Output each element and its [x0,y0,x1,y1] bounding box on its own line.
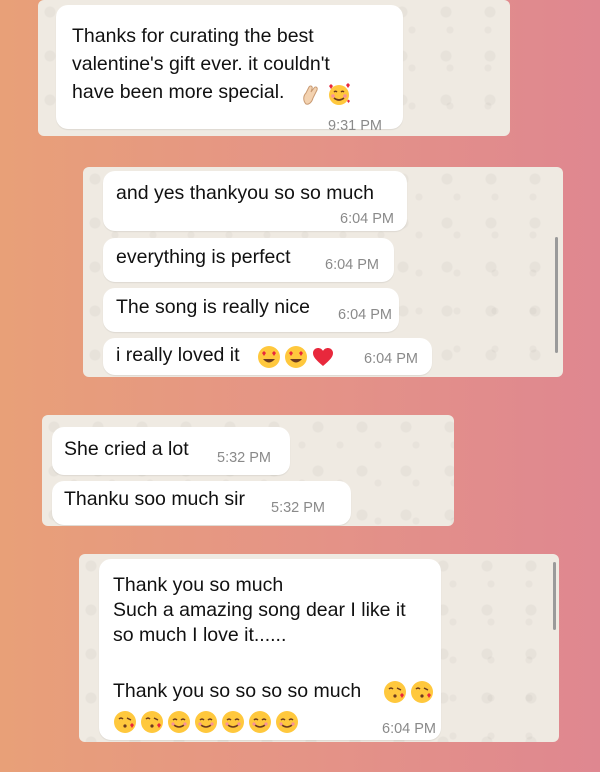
red-heart-icon [311,345,335,374]
message-timestamp: 9:31 PM [328,118,382,134]
face-blowing-kiss-icon [140,710,164,739]
smiling-face-icon [275,710,299,739]
message-text-line: valentine's gift ever. it couldn't [72,53,330,75]
message-text-line: so much I love it...... [113,624,287,646]
chat-panel-2: and yes thankyou so so much 6:04 PM ever… [83,167,563,377]
message-timestamp: 6:04 PM [340,211,394,227]
smiling-face-icon [248,710,272,739]
message-text-line: Thank you so so so so much [113,680,362,702]
heart-eyes-icon [284,345,308,374]
message-bubble[interactable]: Thank you so much Such a amazing song de… [99,559,441,740]
message-text-line: have been more special. [72,81,285,103]
message-text: The song is really nice [116,296,311,318]
message-timestamp: 6:04 PM [325,257,379,273]
smiling-face-icon [194,710,218,739]
message-timestamp: 6:04 PM [338,307,392,323]
message-text-line: Such a amazing song dear I like it [113,599,406,621]
message-text: i really loved it [116,344,240,366]
chat-panel-1: Thanks for curating the best valentine's… [38,0,510,136]
message-text-line: Thank you so much [113,574,284,596]
message-timestamp: 5:32 PM [217,450,271,466]
face-blowing-kiss-icon [383,680,407,709]
message-bubble[interactable]: everything is perfect 6:04 PM [103,238,394,282]
message-timestamp: 5:32 PM [271,500,325,516]
message-text: Thanku soo much sir [64,488,245,510]
message-timestamp: 6:04 PM [364,351,418,367]
message-bubble[interactable]: Thanku soo much sir 5:32 PM [52,481,351,525]
message-text: everything is perfect [116,246,291,268]
face-blowing-kiss-icon [410,680,434,709]
message-text-line: Thanks for curating the best [72,25,314,47]
heart-eyes-icon [257,345,281,374]
chat-panel-4: Thank you so much Such a amazing song de… [79,554,559,742]
message-bubble[interactable]: Thanks for curating the best valentine's… [56,5,403,134]
message-bubble[interactable]: The song is really nice 6:04 PM [103,288,399,332]
message-bubble[interactable]: She cried a lot 5:32 PM [52,427,290,475]
smiling-face-icon [167,710,191,739]
pinched-fingers-icon [298,83,322,112]
message-text: and yes thankyou so so much [116,182,374,204]
scrollbar[interactable] [553,562,556,630]
scrollbar[interactable] [555,237,558,353]
chat-panel-3: She cried a lot 5:32 PM Thanku soo much … [42,415,454,526]
message-timestamp: 6:04 PM [382,721,436,737]
message-bubble[interactable]: and yes thankyou so so much 6:04 PM [103,171,407,231]
message-bubble[interactable]: i really loved it 6:04 PM [103,338,432,375]
smiling-face-with-hearts-icon [326,81,352,112]
smiling-face-icon [221,710,245,739]
face-blowing-kiss-icon [113,710,137,739]
message-text: She cried a lot [64,438,189,460]
